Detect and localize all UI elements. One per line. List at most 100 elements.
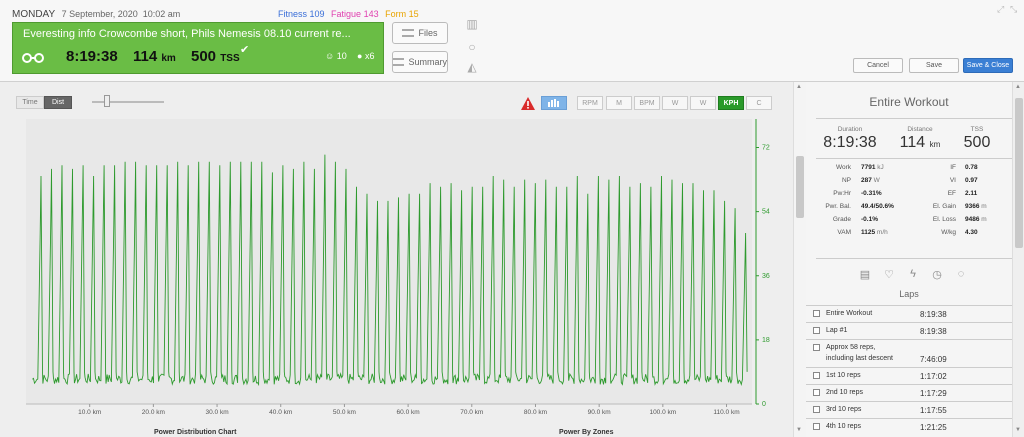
lap-row[interactable]: 3rd 10 reps 1:17:55	[806, 401, 1012, 418]
panel-scroll-thumb[interactable]	[1015, 98, 1023, 248]
lap-time: 8:19:38	[920, 327, 947, 336]
lap-row[interactable]: Approx 58 reps, including last descent 7:4…	[806, 339, 1012, 367]
duration-label: Duration	[837, 126, 863, 133]
chart-scroll-thumb[interactable]	[796, 156, 804, 218]
panel-distance-unit: km	[929, 140, 941, 149]
stat-number: -0.31%	[861, 190, 882, 197]
day-label: MONDAY	[12, 9, 56, 20]
stat-value: 9366 m	[965, 203, 987, 210]
distance-metric: 114 km	[133, 48, 176, 65]
stat-number: 9486	[965, 216, 980, 223]
save-close-button[interactable]: Save & Close	[963, 58, 1013, 73]
panel-scrollbar[interactable]: ▲ ▼	[1012, 82, 1024, 437]
lap-checkbox[interactable]	[813, 389, 820, 396]
workout-summary-card[interactable]: Everesting info Crowcombe short, Phils N…	[12, 22, 384, 74]
laps-title: Laps	[899, 289, 919, 299]
lap-time: 1:17:29	[920, 389, 947, 398]
workout-header: MONDAY 7 September, 2020 10:02 am Fitnes…	[0, 0, 1024, 82]
lap-row[interactable]: 4th 10 reps 1:21:25	[806, 418, 1012, 435]
completed-check-icon: ✔	[240, 44, 250, 56]
lap-row[interactable]: Entire Workout 8:19:38	[806, 305, 1012, 322]
lap-name: Approx 58 reps,	[826, 344, 876, 351]
scroll-down-icon[interactable]: ▼	[1015, 427, 1021, 433]
workout-title[interactable]: Everesting info Crowcombe short, Phils N…	[23, 28, 351, 40]
save-button[interactable]: Save	[909, 58, 959, 73]
x-tick-label: 60.0 km	[397, 409, 420, 416]
bar-chart-icon[interactable]: ▥	[465, 17, 479, 31]
date-line: MONDAY 7 September, 2020 10:02 am	[12, 9, 180, 20]
summary-button[interactable]: Summary	[392, 51, 448, 73]
stat-value: 49.4/50.6%	[861, 203, 894, 210]
comments-count: x6	[364, 51, 375, 61]
heart-icon[interactable]: ♡	[882, 268, 896, 282]
stat-value: -0.31%	[861, 190, 882, 197]
fitness-value: Fitness 109	[278, 9, 325, 19]
lap-name: 3rd 10 reps	[826, 406, 862, 413]
lap-checkbox[interactable]	[813, 344, 820, 351]
lap-time: 8:19:38	[920, 310, 947, 319]
dashed-circle-icon[interactable]: ◌	[954, 268, 968, 282]
clock-icon[interactable]: ◷	[930, 268, 944, 282]
stat-unit: m	[981, 216, 987, 223]
panel-tabs: ▤ ♡ ϟ ◷ ◌	[858, 268, 968, 282]
stat-value: 4.30	[965, 229, 978, 236]
stat-value: 1125 m/h	[861, 229, 888, 236]
stat-label: NP	[841, 177, 851, 184]
chart-scrollbar[interactable]: ▲ ▼	[793, 82, 806, 437]
stat-label: Grade	[832, 216, 851, 223]
stat-value: 2.11	[965, 190, 977, 197]
speech-bubble-icon[interactable]: ○	[465, 40, 479, 54]
divider	[816, 258, 1012, 259]
stat-value: 0.78	[965, 164, 978, 171]
scroll-up-icon[interactable]: ▲	[796, 84, 802, 90]
lap-checkbox[interactable]	[813, 406, 820, 413]
power-distribution-heading: Power Distribution Chart	[154, 429, 237, 436]
smiley-icon: ☺	[325, 51, 335, 61]
files-icon	[402, 29, 415, 37]
duration-metric: 8:19:38	[66, 48, 118, 65]
lap-checkbox[interactable]	[813, 423, 820, 430]
x-tick-label: 80.0 km	[524, 409, 547, 416]
lightning-icon[interactable]: ϟ	[906, 268, 920, 282]
stat-number: 1125	[861, 229, 876, 236]
stat-number: 7791	[861, 164, 876, 171]
stat-number: 4.30	[965, 229, 978, 236]
lap-row[interactable]: 2nd 10 reps 1:17:29	[806, 384, 1012, 401]
stat-number: 287	[861, 177, 872, 184]
x-tick-label: 100.0 km	[649, 409, 676, 416]
duration-value: 8:19:38	[823, 134, 877, 151]
speed-chart[interactable]: 72 54 36 18 0 10.0 km 20.0 km 30.0 km 40.0 km 50.…	[0, 82, 794, 422]
scroll-up-icon[interactable]: ▲	[1015, 84, 1021, 90]
lap-row[interactable]: Lap #1 8:19:38	[806, 322, 1012, 339]
form-value: Form 15	[385, 9, 419, 19]
rpe-indicator[interactable]: ☺ 10	[325, 51, 347, 61]
collapse-icon[interactable]: ⤡	[1010, 4, 1017, 15]
stat-value: 0.97	[965, 177, 978, 184]
notes-icon[interactable]: ▤	[858, 268, 872, 282]
stat-label: Work	[835, 164, 851, 171]
comments-indicator[interactable]: ● x6	[357, 51, 374, 61]
stat-label: IF	[950, 164, 956, 171]
cancel-button[interactable]: Cancel	[853, 58, 903, 73]
x-tick-label: 20.0 km	[142, 409, 165, 416]
summary-label: Summary	[408, 57, 447, 67]
scroll-down-icon[interactable]: ▼	[796, 427, 802, 433]
y-tick-label: 72	[762, 145, 770, 152]
tss-unit: TSS	[220, 53, 240, 64]
stat-value: 7791 kJ	[861, 164, 884, 171]
area-chart-icon[interactable]: ◭	[465, 60, 479, 74]
distance-value: 114	[133, 48, 158, 65]
divider	[816, 158, 1012, 159]
stat-label: Pwr. Bal.	[825, 203, 851, 210]
files-button[interactable]: Files	[392, 22, 448, 44]
lap-checkbox[interactable]	[813, 372, 820, 379]
divider	[816, 118, 1012, 119]
lap-row[interactable]: 1st 10 reps 1:17:02	[806, 367, 1012, 384]
lap-checkbox[interactable]	[813, 327, 820, 334]
panel-distance-number: 114	[899, 134, 926, 151]
x-tick-label: 50.0 km	[333, 409, 356, 416]
lap-checkbox[interactable]	[813, 310, 820, 317]
y-tick-label: 36	[762, 273, 770, 280]
stat-label: VAM	[837, 229, 851, 236]
expand-icon[interactable]: ⤢	[997, 4, 1004, 15]
